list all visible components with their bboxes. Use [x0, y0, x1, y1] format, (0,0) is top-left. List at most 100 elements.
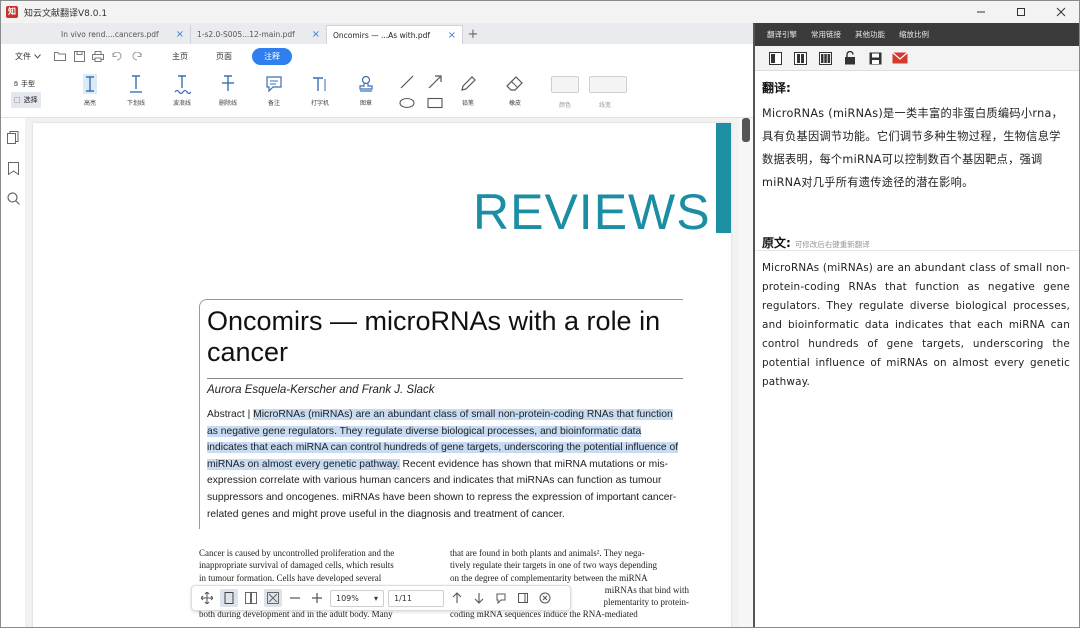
- close-window-button[interactable]: [1041, 1, 1079, 23]
- chevron-down-icon: ▾: [373, 593, 378, 603]
- maximize-button[interactable]: [1001, 1, 1041, 23]
- underline-tool[interactable]: 下划线: [119, 72, 153, 107]
- body-line: inappropriate survival of damaged cells,…: [199, 560, 394, 571]
- layout-columns-icon[interactable]: [792, 50, 808, 66]
- highlight-tool[interactable]: 高亮: [73, 72, 107, 107]
- tool-label: 打字机: [310, 100, 329, 107]
- chevron-down-icon: [34, 53, 41, 59]
- select-tool-button[interactable]: ⬚ 选择: [11, 92, 41, 108]
- fit-page-icon[interactable]: [264, 589, 282, 607]
- translation-text[interactable]: MicroRNAs (miRNAs)是一类丰富的非蛋白质编码小rna，具有负基因…: [762, 102, 1070, 194]
- tool-label: 图章: [359, 100, 372, 107]
- rectangle-shape-icon[interactable]: [427, 95, 443, 111]
- minimize-icon: [977, 11, 985, 13]
- tab-document-1[interactable]: In vivo rend....cancers.pdf ×: [55, 25, 191, 44]
- add-tab-button[interactable]: +: [463, 25, 483, 44]
- tab-document-3[interactable]: Oncomirs — ...As with.pdf ×: [327, 25, 463, 44]
- typewriter-tool[interactable]: 打字机: [303, 72, 337, 107]
- pencil-tool[interactable]: 铅笔: [451, 72, 485, 107]
- document-scrollbar[interactable]: [739, 118, 753, 627]
- ellipse-shape-icon[interactable]: [399, 95, 415, 111]
- save-icon[interactable]: [72, 49, 86, 63]
- article-authors: Aurora Esquela-Kerscher and Frank J. Sla…: [207, 384, 435, 396]
- double-page-view-icon[interactable]: [242, 589, 260, 607]
- underline-icon: [130, 75, 142, 93]
- close-toolbar-icon[interactable]: [536, 589, 554, 607]
- note-tool[interactable]: 备注: [257, 72, 291, 107]
- stamp-tool[interactable]: 图章: [349, 72, 383, 107]
- title-bar: 知 知云文献翻译V8.0.1: [1, 1, 1079, 23]
- bookmark-icon[interactable]: [6, 161, 20, 175]
- tab-document-2[interactable]: 1-s2.0-S005...12-main.pdf ×: [191, 25, 327, 44]
- tab-annotate[interactable]: 注释: [252, 47, 292, 65]
- arrow-up-icon[interactable]: [448, 589, 466, 607]
- tab-label: In vivo rend....cancers.pdf: [61, 30, 159, 39]
- unlock-icon[interactable]: [842, 50, 858, 66]
- bookmark-page-icon[interactable]: [514, 589, 532, 607]
- rotate-icon[interactable]: [492, 589, 510, 607]
- tool-label: 删除线: [218, 100, 237, 107]
- menu-other-functions[interactable]: 其他功能: [855, 29, 885, 40]
- tab-page[interactable]: 页面: [216, 51, 232, 62]
- redo-icon[interactable]: [129, 49, 143, 63]
- scrollbar-thumb[interactable]: [742, 118, 750, 142]
- article-title: Oncomirs — microRNAs with a role in canc…: [207, 306, 661, 367]
- tool-label: 波浪线: [172, 100, 191, 107]
- pan-move-icon[interactable]: [198, 589, 216, 607]
- article-abstract[interactable]: Abstract | MicroRNAs (miRNAs) are an abu…: [207, 407, 683, 523]
- menu-zoom-ratio[interactable]: 缩放比例: [899, 29, 929, 40]
- body-line: in tumour formation. Cells have develope…: [199, 572, 382, 583]
- layout-three-columns-icon[interactable]: [817, 50, 833, 66]
- linewidth-stepper[interactable]: [589, 76, 627, 93]
- menu-common-links[interactable]: 常用链接: [811, 29, 841, 40]
- line-shape-icon[interactable]: [399, 74, 415, 90]
- arrow-down-icon[interactable]: [470, 589, 488, 607]
- tool-label: 下划线: [126, 100, 145, 107]
- print-icon[interactable]: [91, 49, 105, 63]
- maximize-icon: [1017, 8, 1025, 16]
- zoom-in-icon[interactable]: [308, 589, 326, 607]
- app-window: 知 知云文献翻译V8.0.1 In vivo rend....cancers.p…: [0, 0, 1080, 628]
- tool-label: 备注: [267, 100, 280, 107]
- undo-icon[interactable]: [110, 49, 124, 63]
- app-title: 知云文献翻译V8.0.1: [24, 8, 108, 19]
- mail-icon[interactable]: [892, 50, 908, 66]
- open-folder-icon[interactable]: [53, 49, 67, 63]
- pencil-icon: [461, 76, 476, 91]
- strikethrough-tool[interactable]: 删除线: [211, 72, 245, 107]
- squiggly-tool[interactable]: 波浪线: [165, 72, 199, 107]
- pdf-page[interactable]: REVIEWS Oncomirs — microRNAs with a role…: [33, 123, 731, 627]
- close-icon: [1056, 7, 1066, 17]
- page-number-input[interactable]: 1/11: [388, 589, 444, 607]
- minimize-button[interactable]: [961, 1, 1001, 23]
- menu-translation-engine[interactable]: 翻译引擎: [767, 29, 797, 40]
- tab-close-icon[interactable]: ×: [176, 29, 184, 40]
- thumbnails-icon[interactable]: [6, 130, 20, 144]
- color-picker[interactable]: [551, 76, 579, 93]
- arrow-shape-icon[interactable]: [427, 74, 443, 90]
- title-divider: [207, 378, 683, 379]
- original-heading-label: 原文:: [762, 236, 791, 250]
- tab-close-icon[interactable]: ×: [312, 29, 320, 40]
- cursor-icon: ⬚: [14, 96, 21, 104]
- hand-tool-button[interactable]: ✋︎ 手型: [11, 76, 41, 92]
- tab-home[interactable]: 主页: [172, 51, 188, 62]
- journal-section-header: REVIEWS: [473, 184, 711, 240]
- save-disk-icon[interactable]: [867, 50, 883, 66]
- zoom-out-icon[interactable]: [286, 589, 304, 607]
- original-hint: 可修改后右键重新翻译: [794, 240, 870, 249]
- eraser-tool[interactable]: 橡皮: [498, 72, 532, 107]
- translation-icon-bar: [755, 46, 1079, 71]
- file-menu[interactable]: 文件: [15, 51, 41, 62]
- layout-split-icon[interactable]: [767, 50, 783, 66]
- body-line: Cancer is caused by uncontrolled prolife…: [199, 548, 395, 558]
- search-icon[interactable]: [6, 191, 20, 205]
- document-viewer[interactable]: REVIEWS Oncomirs — microRNAs with a role…: [25, 118, 739, 627]
- tab-close-icon[interactable]: ×: [448, 30, 456, 41]
- typewriter-icon: [313, 77, 326, 91]
- body-line: on the degree of complementarity between…: [450, 572, 648, 583]
- zoom-select[interactable]: 109% ▾: [330, 589, 384, 607]
- original-text[interactable]: MicroRNAs (miRNAs) are an abundant class…: [762, 259, 1070, 392]
- zoom-value: 109%: [336, 593, 359, 603]
- single-page-view-icon[interactable]: [220, 589, 238, 607]
